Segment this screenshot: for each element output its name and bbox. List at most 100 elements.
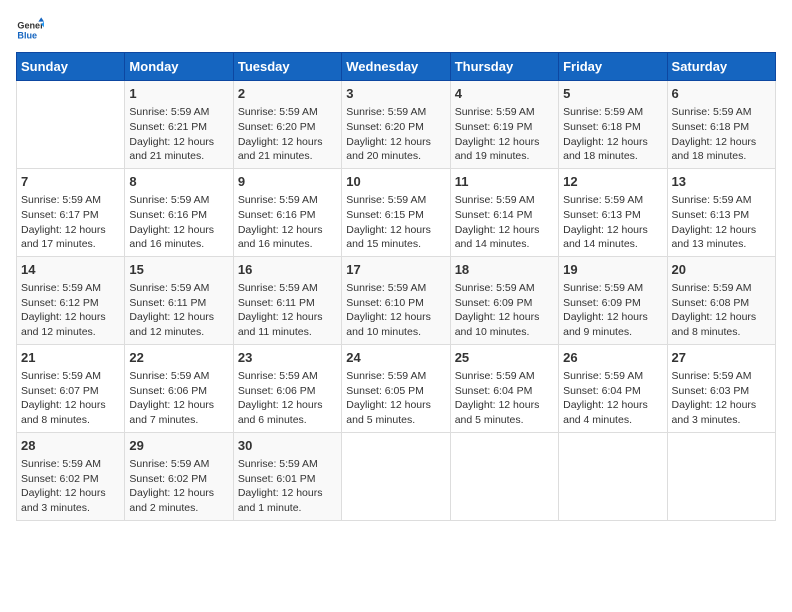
header-thursday: Thursday <box>450 53 558 81</box>
day-number: 15 <box>129 261 228 279</box>
header-monday: Monday <box>125 53 233 81</box>
day-info: Sunrise: 5:59 AMSunset: 6:13 PMDaylight:… <box>672 193 771 252</box>
day-number: 26 <box>563 349 662 367</box>
day-number: 11 <box>455 173 554 191</box>
week-row-3: 14 Sunrise: 5:59 AMSunset: 6:12 PMDayligh… <box>17 256 776 344</box>
calendar-cell: 4 Sunrise: 5:59 AMSunset: 6:19 PMDaylight… <box>450 81 558 169</box>
day-info: Sunrise: 5:59 AMSunset: 6:06 PMDaylight:… <box>238 369 337 428</box>
header-wednesday: Wednesday <box>342 53 450 81</box>
day-info: Sunrise: 5:59 AMSunset: 6:21 PMDaylight:… <box>129 105 228 164</box>
calendar-cell: 16 Sunrise: 5:59 AMSunset: 6:11 PMDayligh… <box>233 256 341 344</box>
calendar-cell: 26 Sunrise: 5:59 AMSunset: 6:04 PMDayligh… <box>559 344 667 432</box>
header-tuesday: Tuesday <box>233 53 341 81</box>
page-header: General Blue <box>16 16 776 44</box>
week-row-1: 1 Sunrise: 5:59 AMSunset: 6:21 PMDaylight… <box>17 81 776 169</box>
day-info: Sunrise: 5:59 AMSunset: 6:02 PMDaylight:… <box>129 457 228 516</box>
day-info: Sunrise: 5:59 AMSunset: 6:13 PMDaylight:… <box>563 193 662 252</box>
calendar-cell: 21 Sunrise: 5:59 AMSunset: 6:07 PMDayligh… <box>17 344 125 432</box>
calendar-table: SundayMondayTuesdayWednesdayThursdayFrid… <box>16 52 776 521</box>
day-info: Sunrise: 5:59 AMSunset: 6:20 PMDaylight:… <box>238 105 337 164</box>
day-info: Sunrise: 5:59 AMSunset: 6:03 PMDaylight:… <box>672 369 771 428</box>
day-info: Sunrise: 5:59 AMSunset: 6:04 PMDaylight:… <box>563 369 662 428</box>
calendar-cell <box>667 432 775 520</box>
day-number: 23 <box>238 349 337 367</box>
day-info: Sunrise: 5:59 AMSunset: 6:16 PMDaylight:… <box>238 193 337 252</box>
calendar-cell: 8 Sunrise: 5:59 AMSunset: 6:16 PMDaylight… <box>125 168 233 256</box>
calendar-cell: 30 Sunrise: 5:59 AMSunset: 6:01 PMDayligh… <box>233 432 341 520</box>
day-number: 24 <box>346 349 445 367</box>
day-number: 30 <box>238 437 337 455</box>
day-info: Sunrise: 5:59 AMSunset: 6:18 PMDaylight:… <box>672 105 771 164</box>
calendar-cell <box>559 432 667 520</box>
day-number: 4 <box>455 85 554 103</box>
day-number: 22 <box>129 349 228 367</box>
day-info: Sunrise: 5:59 AMSunset: 6:15 PMDaylight:… <box>346 193 445 252</box>
day-number: 1 <box>129 85 228 103</box>
day-info: Sunrise: 5:59 AMSunset: 6:17 PMDaylight:… <box>21 193 120 252</box>
calendar-cell: 1 Sunrise: 5:59 AMSunset: 6:21 PMDaylight… <box>125 81 233 169</box>
day-info: Sunrise: 5:59 AMSunset: 6:01 PMDaylight:… <box>238 457 337 516</box>
day-info: Sunrise: 5:59 AMSunset: 6:06 PMDaylight:… <box>129 369 228 428</box>
calendar-header-row: SundayMondayTuesdayWednesdayThursdayFrid… <box>17 53 776 81</box>
calendar-cell: 13Sunrise: 5:59 AMSunset: 6:13 PMDayligh… <box>667 168 775 256</box>
calendar-cell: 15 Sunrise: 5:59 AMSunset: 6:11 PMDayligh… <box>125 256 233 344</box>
svg-text:General: General <box>17 21 44 31</box>
day-number: 28 <box>21 437 120 455</box>
calendar-cell: 20Sunrise: 5:59 AMSunset: 6:08 PMDayligh… <box>667 256 775 344</box>
day-info: Sunrise: 5:59 AMSunset: 6:09 PMDaylight:… <box>563 281 662 340</box>
day-number: 10 <box>346 173 445 191</box>
logo: General Blue <box>16 16 48 44</box>
header-friday: Friday <box>559 53 667 81</box>
calendar-cell <box>342 432 450 520</box>
calendar-cell: 6 Sunrise: 5:59 AMSunset: 6:18 PMDaylight… <box>667 81 775 169</box>
day-info: Sunrise: 5:59 AMSunset: 6:20 PMDaylight:… <box>346 105 445 164</box>
day-number: 18 <box>455 261 554 279</box>
calendar-cell: 3Sunrise: 5:59 AMSunset: 6:20 PMDaylight… <box>342 81 450 169</box>
calendar-cell: 25 Sunrise: 5:59 AMSunset: 6:04 PMDayligh… <box>450 344 558 432</box>
day-info: Sunrise: 5:59 AMSunset: 6:07 PMDaylight:… <box>21 369 120 428</box>
day-info: Sunrise: 5:59 AMSunset: 6:09 PMDaylight:… <box>455 281 554 340</box>
calendar-cell: 22 Sunrise: 5:59 AMSunset: 6:06 PMDayligh… <box>125 344 233 432</box>
calendar-cell: 12Sunrise: 5:59 AMSunset: 6:13 PMDayligh… <box>559 168 667 256</box>
day-number: 6 <box>672 85 771 103</box>
day-number: 19 <box>563 261 662 279</box>
day-number: 17 <box>346 261 445 279</box>
day-number: 7 <box>21 173 120 191</box>
calendar-cell: 9Sunrise: 5:59 AMSunset: 6:16 PMDaylight… <box>233 168 341 256</box>
calendar-cell: 10 Sunrise: 5:59 AMSunset: 6:15 PMDayligh… <box>342 168 450 256</box>
day-number: 20 <box>672 261 771 279</box>
calendar-cell: 28 Sunrise: 5:59 AMSunset: 6:02 PMDayligh… <box>17 432 125 520</box>
day-info: Sunrise: 5:59 AMSunset: 6:12 PMDaylight:… <box>21 281 120 340</box>
day-info: Sunrise: 5:59 AMSunset: 6:04 PMDaylight:… <box>455 369 554 428</box>
calendar-cell: 19 Sunrise: 5:59 AMSunset: 6:09 PMDayligh… <box>559 256 667 344</box>
day-info: Sunrise: 5:59 AMSunset: 6:11 PMDaylight:… <box>129 281 228 340</box>
logo-icon: General Blue <box>16 16 44 44</box>
svg-text:Blue: Blue <box>17 30 37 40</box>
day-number: 14 <box>21 261 120 279</box>
calendar-cell <box>450 432 558 520</box>
calendar-cell: 24 Sunrise: 5:59 AMSunset: 6:05 PMDayligh… <box>342 344 450 432</box>
calendar-cell: 7 Sunrise: 5:59 AMSunset: 6:17 PMDaylight… <box>17 168 125 256</box>
day-number: 16 <box>238 261 337 279</box>
week-row-2: 7 Sunrise: 5:59 AMSunset: 6:17 PMDaylight… <box>17 168 776 256</box>
day-info: Sunrise: 5:59 AMSunset: 6:02 PMDaylight:… <box>21 457 120 516</box>
week-row-4: 21 Sunrise: 5:59 AMSunset: 6:07 PMDayligh… <box>17 344 776 432</box>
day-number: 21 <box>21 349 120 367</box>
day-info: Sunrise: 5:59 AMSunset: 6:05 PMDaylight:… <box>346 369 445 428</box>
calendar-cell: 11 Sunrise: 5:59 AMSunset: 6:14 PMDayligh… <box>450 168 558 256</box>
calendar-cell: 17 Sunrise: 5:59 AMSunset: 6:10 PMDayligh… <box>342 256 450 344</box>
day-info: Sunrise: 5:59 AMSunset: 6:14 PMDaylight:… <box>455 193 554 252</box>
header-sunday: Sunday <box>17 53 125 81</box>
day-info: Sunrise: 5:59 AMSunset: 6:11 PMDaylight:… <box>238 281 337 340</box>
day-info: Sunrise: 5:59 AMSunset: 6:16 PMDaylight:… <box>129 193 228 252</box>
header-saturday: Saturday <box>667 53 775 81</box>
calendar-cell: 14 Sunrise: 5:59 AMSunset: 6:12 PMDayligh… <box>17 256 125 344</box>
day-number: 2 <box>238 85 337 103</box>
day-number: 25 <box>455 349 554 367</box>
calendar-cell: 23 Sunrise: 5:59 AMSunset: 6:06 PMDayligh… <box>233 344 341 432</box>
calendar-cell: 5Sunrise: 5:59 AMSunset: 6:18 PMDaylight… <box>559 81 667 169</box>
day-number: 8 <box>129 173 228 191</box>
day-number: 5 <box>563 85 662 103</box>
day-info: Sunrise: 5:59 AMSunset: 6:10 PMDaylight:… <box>346 281 445 340</box>
day-info: Sunrise: 5:59 AMSunset: 6:19 PMDaylight:… <box>455 105 554 164</box>
